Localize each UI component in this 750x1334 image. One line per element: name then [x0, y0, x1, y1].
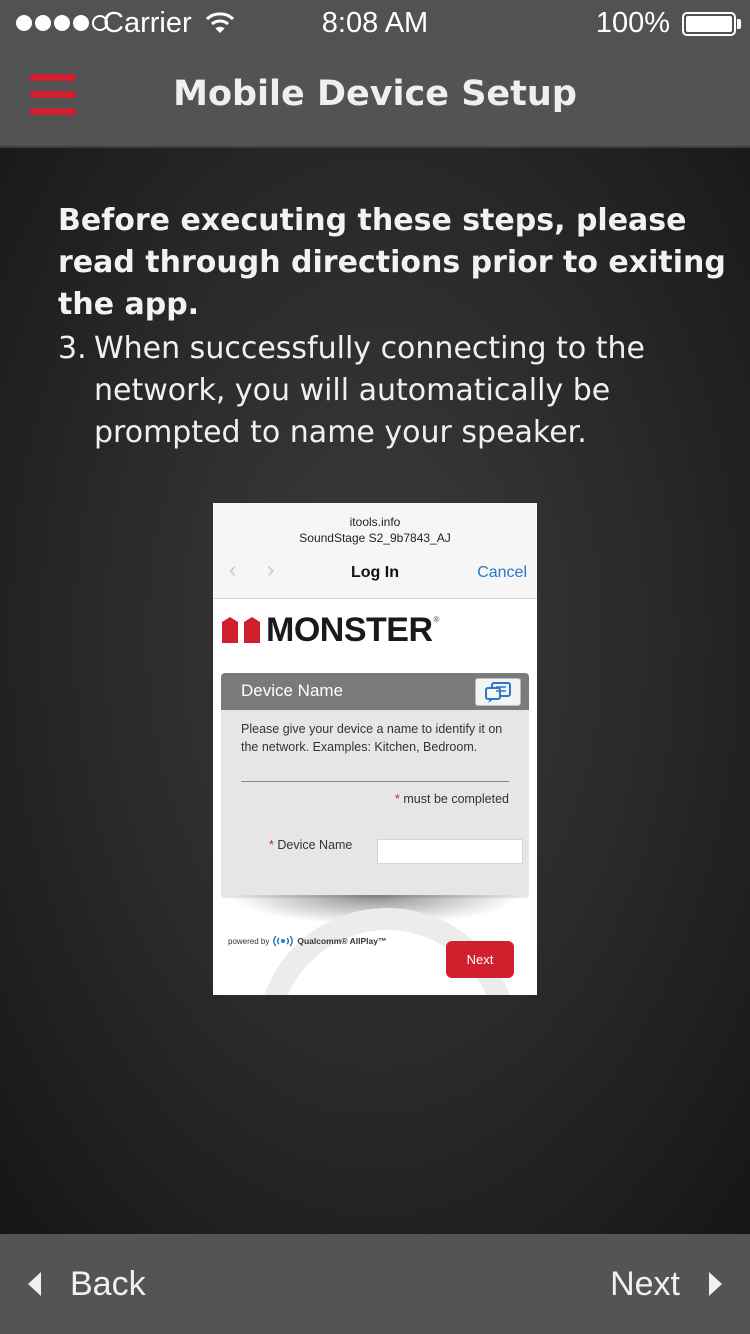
powered-by-text: powered by: [228, 936, 270, 946]
card-description: Please give your device a name to identi…: [241, 722, 503, 754]
screenshot-next-button: Next: [446, 941, 514, 978]
navigation-bar: Mobile Device Setup: [0, 48, 750, 148]
monster-logo-text: MONSTER: [266, 611, 433, 649]
divider: [241, 781, 509, 782]
back-button[interactable]: Back: [28, 1234, 146, 1334]
device-name-field: [377, 839, 523, 864]
back-label: Back: [70, 1264, 146, 1303]
device-name-card: Device Name Please give your device a na…: [221, 673, 529, 898]
field-label: Device Name: [277, 838, 353, 852]
page-title: Mobile Device Setup: [173, 74, 577, 114]
required-note: * must be completed: [395, 792, 509, 806]
battery-tip: [737, 19, 741, 29]
bottom-toolbar: Back Next: [0, 1234, 750, 1334]
step-number: 3.: [58, 331, 87, 366]
card-title: Device Name: [241, 681, 344, 700]
battery-icon: [682, 12, 736, 36]
step-item: 3. When successfully connecting to the n…: [58, 328, 708, 454]
step-text: When successfully connecting to the netw…: [94, 331, 645, 450]
screenshot-browser-header: itools.info SoundStage S2_9b7843_AJ ‹ › …: [213, 503, 537, 599]
screenshot-domain: itools.info: [349, 515, 401, 529]
device-name-label: * Device Name: [269, 838, 352, 852]
powered-by-badge: powered by Qualcomm® AllPlay™: [228, 935, 386, 947]
required-star: *: [269, 838, 274, 852]
status-bar: Carrier 8:08 AM 100%: [0, 0, 750, 48]
powered-by-brand: Qualcomm® AllPlay™: [297, 936, 387, 946]
screenshot-cancel-label: Cancel: [477, 564, 527, 581]
next-button[interactable]: Next: [610, 1234, 722, 1334]
instruction-screenshot: itools.info SoundStage S2_9b7843_AJ ‹ › …: [213, 503, 537, 995]
next-label: Next: [610, 1264, 680, 1303]
screenshot-ssid: SoundStage S2_9b7843_AJ: [299, 531, 451, 545]
main-content: Before executing these steps, please rea…: [0, 148, 750, 1234]
monster-logo: MONSTER ®: [222, 611, 440, 649]
next-arrow-icon: [709, 1272, 722, 1296]
monster-logo-mark-icon: [222, 617, 260, 643]
intro-text: Before executing these steps, please rea…: [58, 203, 726, 322]
required-text: must be completed: [399, 792, 509, 806]
chat-bubbles-icon: [475, 678, 521, 706]
card-header: Device Name: [221, 673, 529, 710]
battery-percent: 100%: [595, 7, 670, 39]
allplay-icon: [273, 935, 294, 947]
back-arrow-icon: [28, 1272, 41, 1296]
registered-mark: ®: [433, 615, 440, 624]
